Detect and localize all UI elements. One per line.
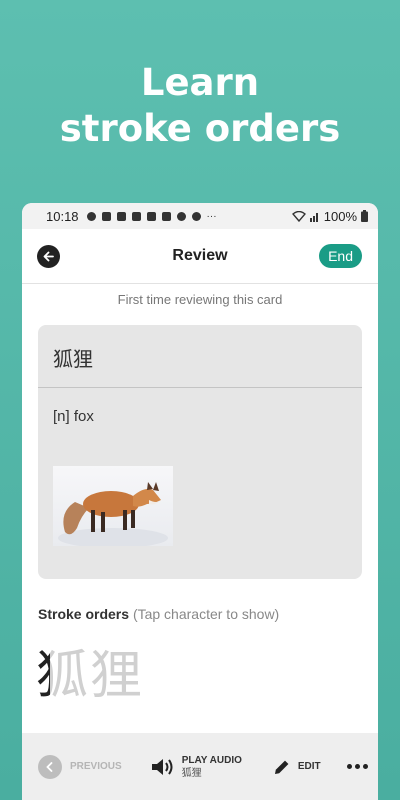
stroke-orders-title: Stroke orders — [38, 606, 130, 622]
card-word: 狐狸 — [38, 325, 362, 388]
more-options-icon[interactable] — [346, 764, 368, 769]
bottom-toolbar: PREVIOUS PLAY AUDIO 狐狸 EDIT — [22, 733, 378, 800]
status-bar: 10:18 ··· 100% — [22, 203, 378, 229]
app-bar: Review End — [22, 229, 378, 284]
play-audio-button[interactable]: PLAY AUDIO 狐狸 — [150, 754, 242, 780]
play-audio-word: 狐狸 — [181, 767, 202, 779]
headline-line-1: Learn — [140, 61, 260, 104]
card-meaning: [n] fox — [53, 408, 94, 425]
review-status-text: First time reviewing this card — [117, 292, 283, 307]
battery-icon — [361, 210, 368, 222]
stroke-order-characters: 狐 狐 狸 — [36, 633, 143, 706]
previous-button[interactable]: PREVIOUS — [38, 754, 122, 779]
account-icon — [176, 211, 186, 221]
youtube-icon-2 — [161, 211, 171, 221]
back-button[interactable] — [37, 245, 60, 268]
flashcard: 狐狸 [n] fox — [38, 325, 362, 579]
wifi-icon — [291, 210, 306, 222]
facebook-icon — [86, 211, 96, 221]
phone-screen: 10:18 ··· 100% Review End First time rev… — [22, 203, 378, 800]
previous-label: PREVIOUS — [70, 761, 122, 772]
stroke-character-1[interactable]: 狐 狐 — [36, 633, 88, 706]
stroke-character-1-highlight: 狐 — [36, 633, 50, 708]
shopping-bag-icon — [101, 211, 111, 221]
chevron-left-icon — [38, 754, 62, 779]
youtube-icon — [146, 211, 156, 221]
notification-icons: ··· — [86, 210, 217, 222]
speaker-icon — [151, 758, 173, 775]
edit-button[interactable]: EDIT — [272, 757, 321, 777]
shopping-bag-icon-2 — [131, 211, 141, 221]
status-right: 100% — [291, 208, 368, 224]
fox-image — [53, 466, 173, 546]
stroke-character-2[interactable]: 狸 — [90, 633, 143, 706]
headline-line-2: stroke orders — [59, 107, 341, 150]
reddit-icon — [191, 211, 201, 221]
stroke-character-2-glyph: 狸 — [90, 646, 143, 706]
arrow-left-icon — [43, 251, 54, 262]
pencil-icon — [274, 760, 289, 774]
end-button[interactable]: End — [319, 244, 362, 268]
edit-label: EDIT — [297, 761, 321, 772]
signal-icon — [309, 212, 318, 222]
more-notifications-icon: ··· — [206, 210, 217, 222]
play-audio-label: PLAY AUDIO — [181, 754, 242, 766]
battery-percent: 100% — [323, 208, 357, 224]
stroke-orders-label: Stroke orders (Tap character to show) — [38, 606, 279, 622]
news-icon — [116, 211, 126, 221]
status-time: 10:18 — [46, 208, 79, 224]
promo-headline: Learn stroke orders — [0, 60, 400, 152]
stroke-orders-hint: (Tap character to show) — [132, 606, 280, 622]
